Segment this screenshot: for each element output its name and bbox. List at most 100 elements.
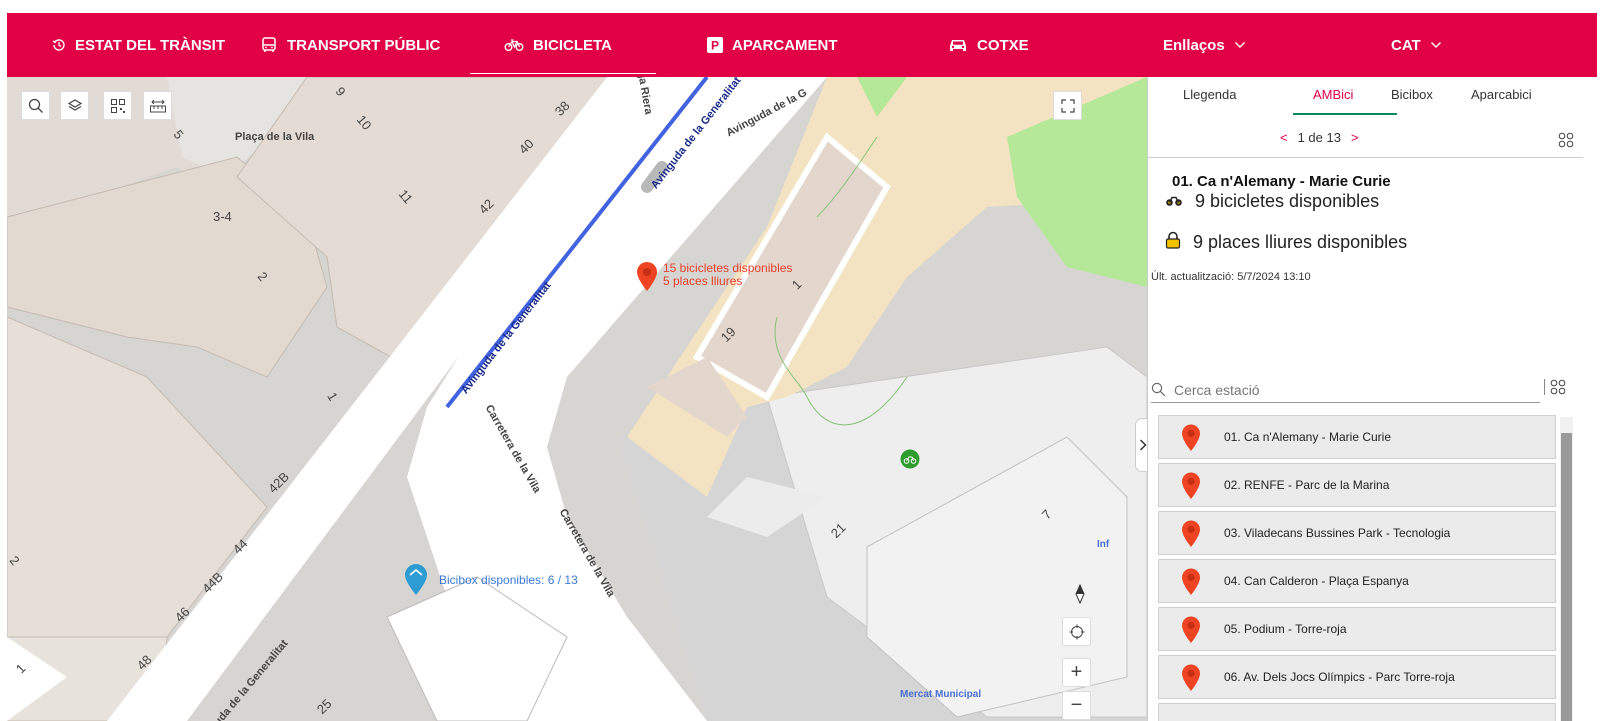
search-icon: [1151, 382, 1166, 397]
layers-icon: [67, 98, 82, 111]
ruler-icon: [149, 99, 166, 112]
fullscreen-icon: [1060, 98, 1075, 113]
station-bikes-text: 9 bicicletes disponibles: [1195, 191, 1380, 211]
tab-llegenda[interactable]: Llegenda: [1183, 87, 1237, 102]
list-item-label: 05. Podium - Torre-roja: [1224, 622, 1347, 636]
app: ESTAT DEL TRÀNSIT TRANSPORT PÚBLIC BICIC…: [0, 0, 1600, 721]
map-pin-icon: [1181, 472, 1201, 503]
tab-ambici[interactable]: AMBici: [1313, 87, 1353, 102]
lock-icon: [1165, 231, 1181, 254]
popup-places: 5 places lliures: [663, 274, 743, 288]
street-placa-vila: Plaça de la Vila: [235, 131, 315, 143]
list-item[interactable]: 05. Podium - Torre-roja: [1158, 607, 1556, 651]
nav-transport-label: TRANSPORT PÚBLIC: [287, 36, 441, 54]
nav-parking-label: APARCAMENT: [732, 36, 838, 54]
nav-language-dropdown[interactable]: CAT: [1391, 13, 1442, 77]
station-list: 01. Ca n'Alemany - Marie Curie 02. RENFE…: [1158, 415, 1556, 721]
nav-traffic[interactable]: ESTAT DEL TRÀNSIT: [52, 13, 225, 77]
street-inf: Inf: [1097, 539, 1110, 550]
nav-bar: ESTAT DEL TRÀNSIT TRANSPORT PÚBLIC BICIC…: [7, 13, 1597, 77]
crosshair-icon: [1069, 624, 1084, 639]
grid-icon: [1558, 132, 1574, 148]
side-panel: Llegenda AMBici Bicibox Aparcabici < 1 d…: [1147, 77, 1600, 721]
divider: [1148, 157, 1583, 158]
nav-links-label: Enllaços: [1163, 36, 1225, 54]
map-pin-icon: [1181, 568, 1201, 599]
pager-text: 1 de 13: [1297, 130, 1341, 145]
compass-icon: [1074, 583, 1085, 604]
list-item-label: 04. Can Calderon - Plaça Espanya: [1224, 574, 1409, 588]
station-bikes-row: 9 bicicletes disponibles: [1165, 191, 1379, 212]
bike-parking-marker[interactable]: [900, 449, 920, 474]
chevron-down-icon: [1234, 41, 1246, 49]
chevron-down-icon: [1430, 41, 1442, 49]
bicibox-pin-icon: [405, 564, 427, 595]
map-pin-icon: [1181, 616, 1201, 647]
nav-bike-label: BICICLETA: [533, 36, 612, 54]
map-pin-icon: [1181, 424, 1201, 455]
station-search[interactable]: Cerca estació: [1151, 377, 1540, 403]
last-updated: Últ. actualització: 5/7/2024 13:10: [1151, 271, 1311, 283]
map[interactable]: Plaça de la Vila ga Riera Avinguda de la…: [7, 77, 1147, 721]
car-icon: [948, 37, 968, 53]
search-input[interactable]: Cerca estació: [1174, 382, 1260, 398]
history-icon: [52, 38, 66, 52]
map-canvas[interactable]: [7, 77, 1147, 721]
nav-traffic-label: ESTAT DEL TRÀNSIT: [75, 36, 225, 54]
parking-icon: P: [707, 37, 723, 53]
map-pin-icon: [1181, 664, 1201, 695]
list-item-label: 03. Viladecans Bussines Park - Tecnologi…: [1224, 526, 1451, 540]
map-search-tool[interactable]: [21, 91, 50, 120]
building-number: 3-4: [213, 209, 232, 224]
station-places-text: 9 places lliures disponibles: [1193, 232, 1408, 252]
zoom-out-button[interactable]: −: [1062, 691, 1091, 720]
list-item[interactable]: [1158, 703, 1556, 721]
bike-marker-icon: [900, 449, 920, 469]
grid-view-button[interactable]: [1558, 132, 1574, 153]
list-item-label: 01. Ca n'Alemany - Marie Curie: [1224, 430, 1392, 444]
map-layers-tool[interactable]: [60, 91, 89, 120]
tab-bicibox[interactable]: Bicibox: [1391, 87, 1433, 102]
nav-language-label: CAT: [1391, 36, 1421, 54]
active-tab-indicator: [1293, 113, 1397, 115]
compass-button[interactable]: [1065, 579, 1094, 608]
tab-aparcabici[interactable]: Aparcabici: [1471, 87, 1532, 102]
bicycle-icon: [1165, 191, 1183, 212]
bicibox-pin[interactable]: [404, 564, 428, 601]
station-title: 01. Ca n'Alemany - Marie Curie: [1172, 173, 1391, 190]
search-icon: [28, 98, 43, 113]
list-item[interactable]: 01. Ca n'Alemany - Marie Curie: [1158, 415, 1556, 459]
map-fullscreen-button[interactable]: [1053, 91, 1082, 120]
nav-links-dropdown[interactable]: Enllaços: [1163, 13, 1246, 77]
locate-button[interactable]: [1062, 617, 1091, 646]
nav-car-label: COTXE: [977, 36, 1029, 54]
map-pin-icon: [1181, 520, 1201, 551]
map-qr-tool[interactable]: [103, 91, 132, 120]
svg-text:P: P: [711, 39, 719, 53]
station-popup: 15 bicicletes disponibles 5 places lliur…: [663, 262, 792, 288]
search-grid-button[interactable]: [1544, 379, 1566, 400]
pager-prev-button[interactable]: <: [1280, 130, 1288, 145]
list-item[interactable]: 02. RENFE - Parc de la Marina: [1158, 463, 1556, 507]
list-item-label: 02. RENFE - Parc de la Marina: [1224, 478, 1390, 492]
street-mercat: Mercat Municipal: [900, 689, 982, 700]
scrollbar-thumb[interactable]: [1561, 433, 1572, 721]
nav-parking[interactable]: P APARCAMENT: [707, 13, 838, 77]
nav-transport[interactable]: TRANSPORT PÚBLIC: [260, 13, 440, 77]
map-pin-icon: [637, 262, 657, 291]
top-navigation: ESTAT DEL TRÀNSIT TRANSPORT PÚBLIC BICIC…: [0, 0, 1600, 77]
pager-next-button[interactable]: >: [1351, 130, 1359, 145]
map-measure-tool[interactable]: [143, 91, 172, 120]
nav-car[interactable]: COTXE: [948, 13, 1029, 77]
list-item[interactable]: 03. Viladecans Bussines Park - Tecnologi…: [1158, 511, 1556, 555]
list-item[interactable]: 06. Av. Dels Jocs Olímpics - Parc Torre-…: [1158, 655, 1556, 699]
list-item[interactable]: 04. Can Calderon - Plaça Espanya: [1158, 559, 1556, 603]
qr-code-icon: [110, 98, 125, 113]
bicycle-icon: [504, 38, 524, 52]
nav-bike[interactable]: BICICLETA: [470, 13, 656, 77]
list-item-label: 06. Av. Dels Jocs Olímpics - Parc Torre-…: [1224, 670, 1455, 684]
list-scrollbar[interactable]: [1560, 417, 1573, 721]
chevron-right-icon: [1139, 439, 1147, 451]
ambici-station-pin[interactable]: [636, 262, 658, 297]
zoom-in-button[interactable]: +: [1062, 658, 1091, 687]
